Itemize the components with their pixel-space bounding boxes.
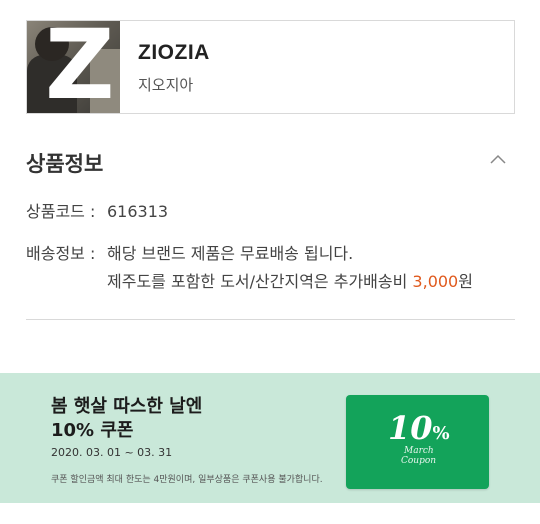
banner-headline-1: 봄 햇살 따스한 날엔 (51, 396, 203, 417)
shipping-info-label: 배송정보 : (26, 244, 96, 263)
product-code-row: 상품코드 : 616313 (26, 198, 168, 222)
brand-text: ZIOZIA 지오지아 (120, 21, 210, 113)
coupon-number: 10 (388, 409, 433, 447)
section-divider (26, 319, 515, 320)
brand-name[interactable]: ZIOZIA (138, 41, 210, 65)
coupon-label: Coupon (401, 456, 437, 466)
coupon-discount: 10% (388, 411, 450, 451)
brand-logo-letter: Z (45, 21, 115, 113)
shipping-fee-unit: 원 (458, 272, 473, 291)
brand-name-korean: 지오지아 (138, 76, 194, 94)
product-info-title: 상품정보 (26, 152, 104, 176)
banner-period: 2020. 03. 01 ~ 03. 31 (51, 446, 173, 459)
shipping-info-row: 배송정보 : 해당 브랜드 제품은 무료배송 됩니다. (26, 240, 353, 264)
banner-headline-2: 10% 쿠폰 (51, 420, 134, 441)
shipping-info-text: 해당 브랜드 제품은 무료배송 됩니다. (107, 244, 354, 263)
shipping-fee-amount: 3,000 (412, 272, 459, 291)
brand-logo-image: Z (27, 21, 120, 113)
shipping-extra-text: 제주도를 포함한 도서/산간지역은 추가배송비 (107, 272, 413, 291)
banner-note: 쿠폰 할인금액 최대 한도는 4만원이며, 일부상품은 쿠폰사용 불가합니다. (51, 475, 323, 485)
coupon-card[interactable]: 10% March Coupon (346, 395, 489, 489)
coupon-month: March (404, 446, 434, 456)
chevron-up-icon[interactable] (490, 152, 506, 168)
coupon-percent: % (432, 423, 450, 444)
product-code-label: 상품코드 : (26, 202, 96, 221)
product-code-value: 616313 (107, 202, 169, 221)
coupon-banner[interactable]: 봄 햇살 따스한 날엔 10% 쿠폰 2020. 03. 01 ~ 03. 31… (0, 373, 540, 503)
brand-card[interactable]: Z ZIOZIA 지오지아 (26, 20, 515, 114)
shipping-extra-fee-row: 제주도를 포함한 도서/산간지역은 추가배송비 3,000원 (107, 268, 473, 292)
